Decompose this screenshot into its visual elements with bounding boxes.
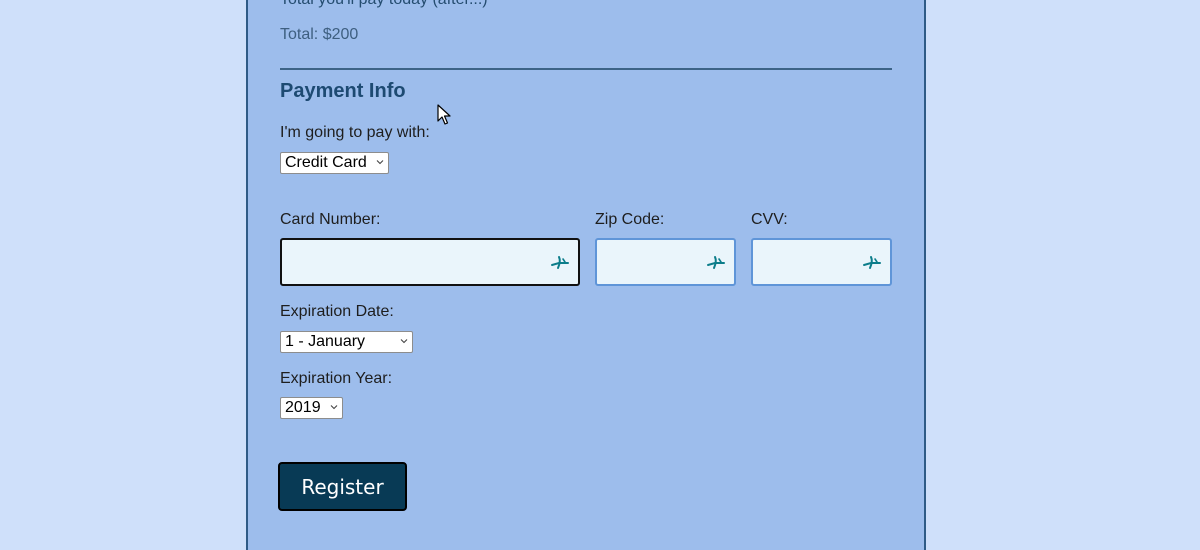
register-button[interactable]: Register	[278, 462, 407, 511]
expiration-year-select[interactable]: 2019	[280, 397, 343, 419]
cvv-input[interactable]	[751, 238, 892, 286]
pay-with-label: I'm going to pay with:	[280, 124, 430, 141]
order-total: Total: $200	[280, 26, 359, 43]
autofill-icon[interactable]	[862, 253, 882, 271]
payment-info-heading: Payment Info	[280, 80, 406, 102]
payment-method-value: Credit Card	[285, 154, 367, 171]
card-number-label: Card Number:	[280, 211, 381, 228]
mouse-pointer-icon	[437, 104, 451, 125]
expiration-month-value: 1 - January	[285, 333, 366, 350]
chevron-down-icon	[400, 339, 408, 344]
chevron-down-icon	[330, 405, 338, 410]
cvv-label: CVV:	[751, 211, 788, 228]
expiration-year-value: 2019	[285, 399, 321, 416]
card-number-input[interactable]	[280, 238, 580, 286]
autofill-icon[interactable]	[706, 253, 726, 271]
payment-method-select[interactable]: Credit Card	[280, 152, 389, 174]
order-summary-cut-text: Total you'll pay today (after...)	[280, 0, 488, 9]
expiration-year-label: Expiration Year:	[280, 370, 393, 387]
chevron-down-icon	[376, 160, 384, 165]
autofill-icon[interactable]	[550, 253, 570, 271]
section-divider	[280, 68, 892, 70]
zip-code-input[interactable]	[595, 238, 736, 286]
expiration-date-label: Expiration Date:	[280, 303, 394, 320]
expiration-month-select[interactable]: 1 - January	[280, 331, 413, 353]
zip-code-label: Zip Code:	[595, 211, 665, 228]
